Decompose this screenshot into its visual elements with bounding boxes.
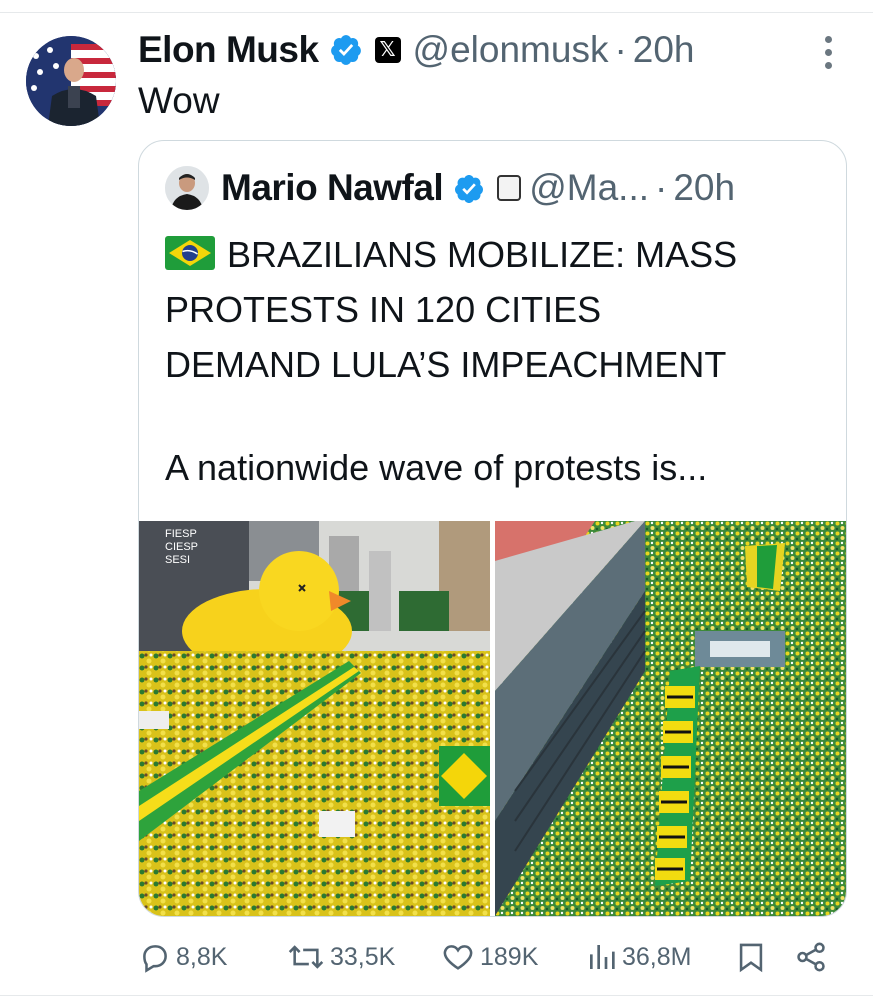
quoted-tweet-header: Mario Nawfal @Ma... · 20h [165,163,735,213]
author-handle[interactable]: @elonmusk [413,29,609,71]
quoted-tweet-time[interactable]: 20h [673,167,735,209]
repost-button[interactable]: 33,5K [286,932,395,982]
like-button[interactable]: 189K [440,932,538,982]
reply-count: 8,8K [176,942,228,971]
headline-text: BRAZILIANS MOBILIZE: MASS [227,234,738,275]
bookmark-icon [739,943,763,973]
media-grid: FIESP CIESP SESI [139,521,846,916]
protest-photo-duck[interactable]: FIESP CIESP SESI [139,521,490,916]
author-avatar[interactable] [26,36,116,126]
heart-icon [443,945,473,970]
x-affiliate-badge-icon: 𝕏 [374,37,401,63]
protest-photo-aerial[interactable] [495,521,846,916]
tweet-action-bar: 8,8K 33,5K 189K 36,8M [138,932,838,982]
bookmark-button[interactable] [734,932,772,982]
more-vertical-icon[interactable] [816,36,840,76]
quoted-author-handle[interactable]: @Ma... [529,167,649,209]
building-sign-line-3: SESI [165,554,190,566]
quoted-tweet-card[interactable]: Mario Nawfal @Ma... · 20h BRAZILIANS MOB… [138,140,847,917]
reply-button[interactable]: 8,8K [138,932,227,982]
quoted-tweet-summary: A nationwide wave of protests is... [165,447,708,488]
separator-dot: · [614,29,627,70]
reply-bubble-icon [143,945,167,973]
brazil-flag-icon [165,230,215,270]
bottom-divider [0,995,873,996]
like-count: 189K [480,942,539,971]
tweet-text: Wow [138,80,220,121]
headline-line-1: BRAZILIANS MOBILIZE: MASS [165,227,815,282]
views-count: 36,8M [622,942,692,971]
repost-count: 33,5K [330,942,396,971]
affiliate-badge-icon [497,175,522,201]
verified-check-icon [329,33,363,67]
headline-line-3: DEMAND LULA’S IMPEACHMENT [165,344,727,385]
tweet-header: Elon Musk 𝕏 @elonmusk · 20h [138,24,695,76]
author-name[interactable]: Elon Musk [138,29,319,71]
bar-chart-icon [590,945,615,969]
verified-check-icon [453,172,485,204]
tweet-time[interactable]: 20h [633,29,695,71]
separator-dot: · [655,167,668,208]
quoted-author-avatar[interactable] [165,166,209,210]
building-sign-line-2: CIESP [165,541,198,553]
share-icon [797,942,825,972]
building-sign-line-1: FIESP [165,528,197,540]
top-divider [0,12,873,13]
repost-arrows-icon [288,945,324,969]
share-button[interactable] [794,932,832,982]
views-button[interactable]: 36,8M [586,932,691,982]
quoted-author-name[interactable]: Mario Nawfal [221,167,444,209]
headline-line-2: PROTESTS IN 120 CITIES [165,289,602,330]
quoted-tweet-text: BRAZILIANS MOBILIZE: MASS PROTESTS IN 12… [165,227,815,392]
